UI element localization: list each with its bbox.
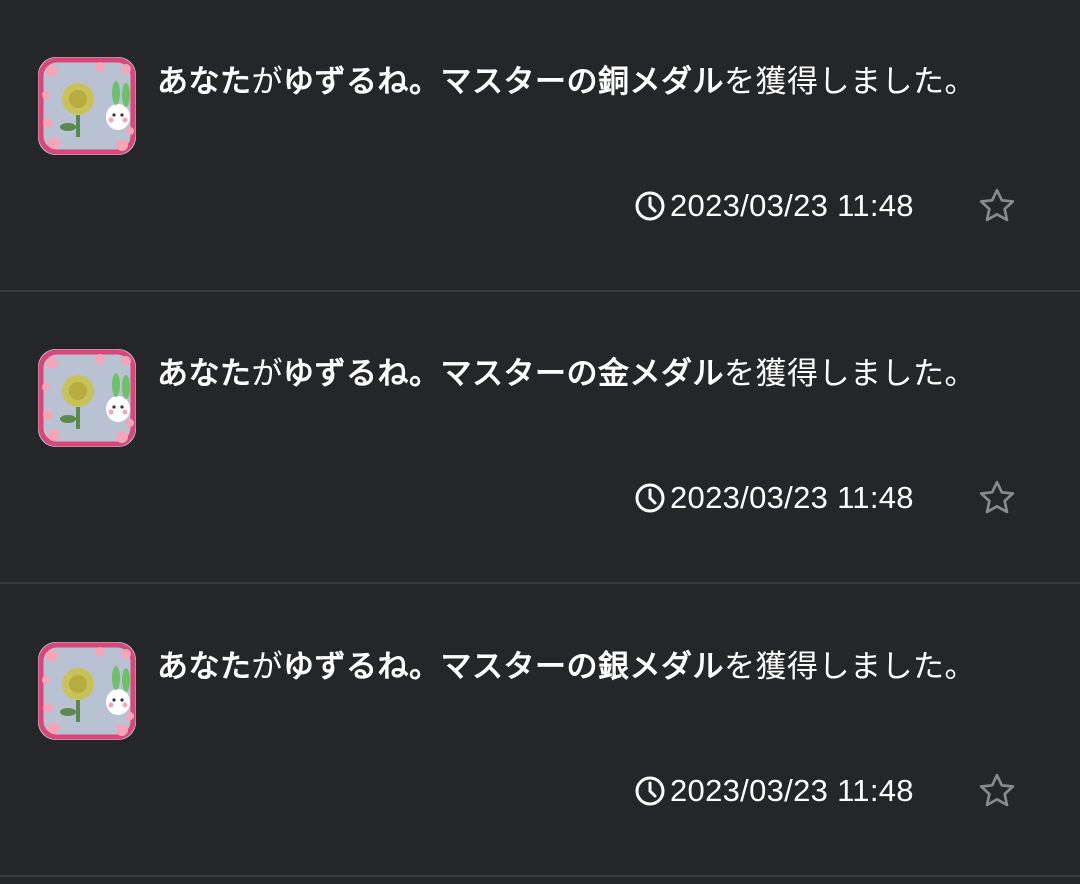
divider: [0, 875, 1080, 877]
avatar-icon: [38, 57, 136, 155]
message-connector: が: [251, 649, 283, 685]
avatar[interactable]: [38, 57, 136, 155]
notification-item[interactable]: あなたがゆずるね。マスターの金メダルを獲得しました。 2023/03/23 11…: [0, 292, 1080, 584]
clock-icon: [635, 191, 665, 221]
timestamp: 2023/03/23 11:48: [634, 771, 914, 811]
star-outline-icon: [979, 188, 1015, 222]
message-achievement[interactable]: ゆずるね。マスターの銅メダル: [283, 64, 724, 100]
notification-feed: あなたがゆずるね。マスターの銅メダルを獲得しました。 2023/03/23 11…: [0, 0, 1080, 884]
notification-message: あなたがゆずるね。マスターの金メダルを獲得しました。: [157, 354, 1057, 394]
message-suffix: を獲得しました。: [724, 64, 976, 100]
message-suffix: を獲得しました。: [724, 356, 976, 392]
avatar-icon: [38, 642, 136, 740]
avatar[interactable]: [38, 349, 136, 447]
timestamp: 2023/03/23 11:48: [634, 478, 914, 518]
star-outline-icon: [979, 773, 1015, 807]
star-outline-icon: [979, 480, 1015, 514]
message-achievement[interactable]: ゆずるね。マスターの金メダル: [283, 356, 724, 392]
notification-item[interactable]: あなたがゆずるね。マスターの銅メダルを獲得しました。 2023/03/23 11…: [0, 0, 1080, 292]
notification-message: あなたがゆずるね。マスターの銀メダルを獲得しました。: [157, 647, 1057, 687]
timestamp-text: 2023/03/23 11:48: [670, 773, 914, 808]
message-connector: が: [251, 64, 283, 100]
message-suffix: を獲得しました。: [724, 649, 976, 685]
message-achievement[interactable]: ゆずるね。マスターの銀メダル: [283, 649, 724, 685]
timestamp-text: 2023/03/23 11:48: [670, 188, 914, 223]
divider: [0, 582, 1080, 584]
notification-message: あなたがゆずるね。マスターの銅メダルを獲得しました。: [157, 62, 1057, 102]
clock-icon: [635, 776, 665, 806]
message-user[interactable]: あなた: [157, 649, 252, 685]
favorite-button[interactable]: [974, 183, 1020, 229]
message-user[interactable]: あなた: [157, 64, 252, 100]
message-connector: が: [251, 356, 283, 392]
favorite-button[interactable]: [974, 768, 1020, 814]
timestamp-text: 2023/03/23 11:48: [670, 480, 914, 515]
avatar[interactable]: [38, 642, 136, 740]
favorite-button[interactable]: [974, 475, 1020, 521]
timestamp: 2023/03/23 11:48: [634, 186, 914, 226]
clock-icon: [635, 483, 665, 513]
avatar-icon: [38, 349, 136, 447]
notification-item[interactable]: あなたがゆずるね。マスターの銀メダルを獲得しました。 2023/03/23 11…: [0, 585, 1080, 877]
message-user[interactable]: あなた: [157, 356, 252, 392]
